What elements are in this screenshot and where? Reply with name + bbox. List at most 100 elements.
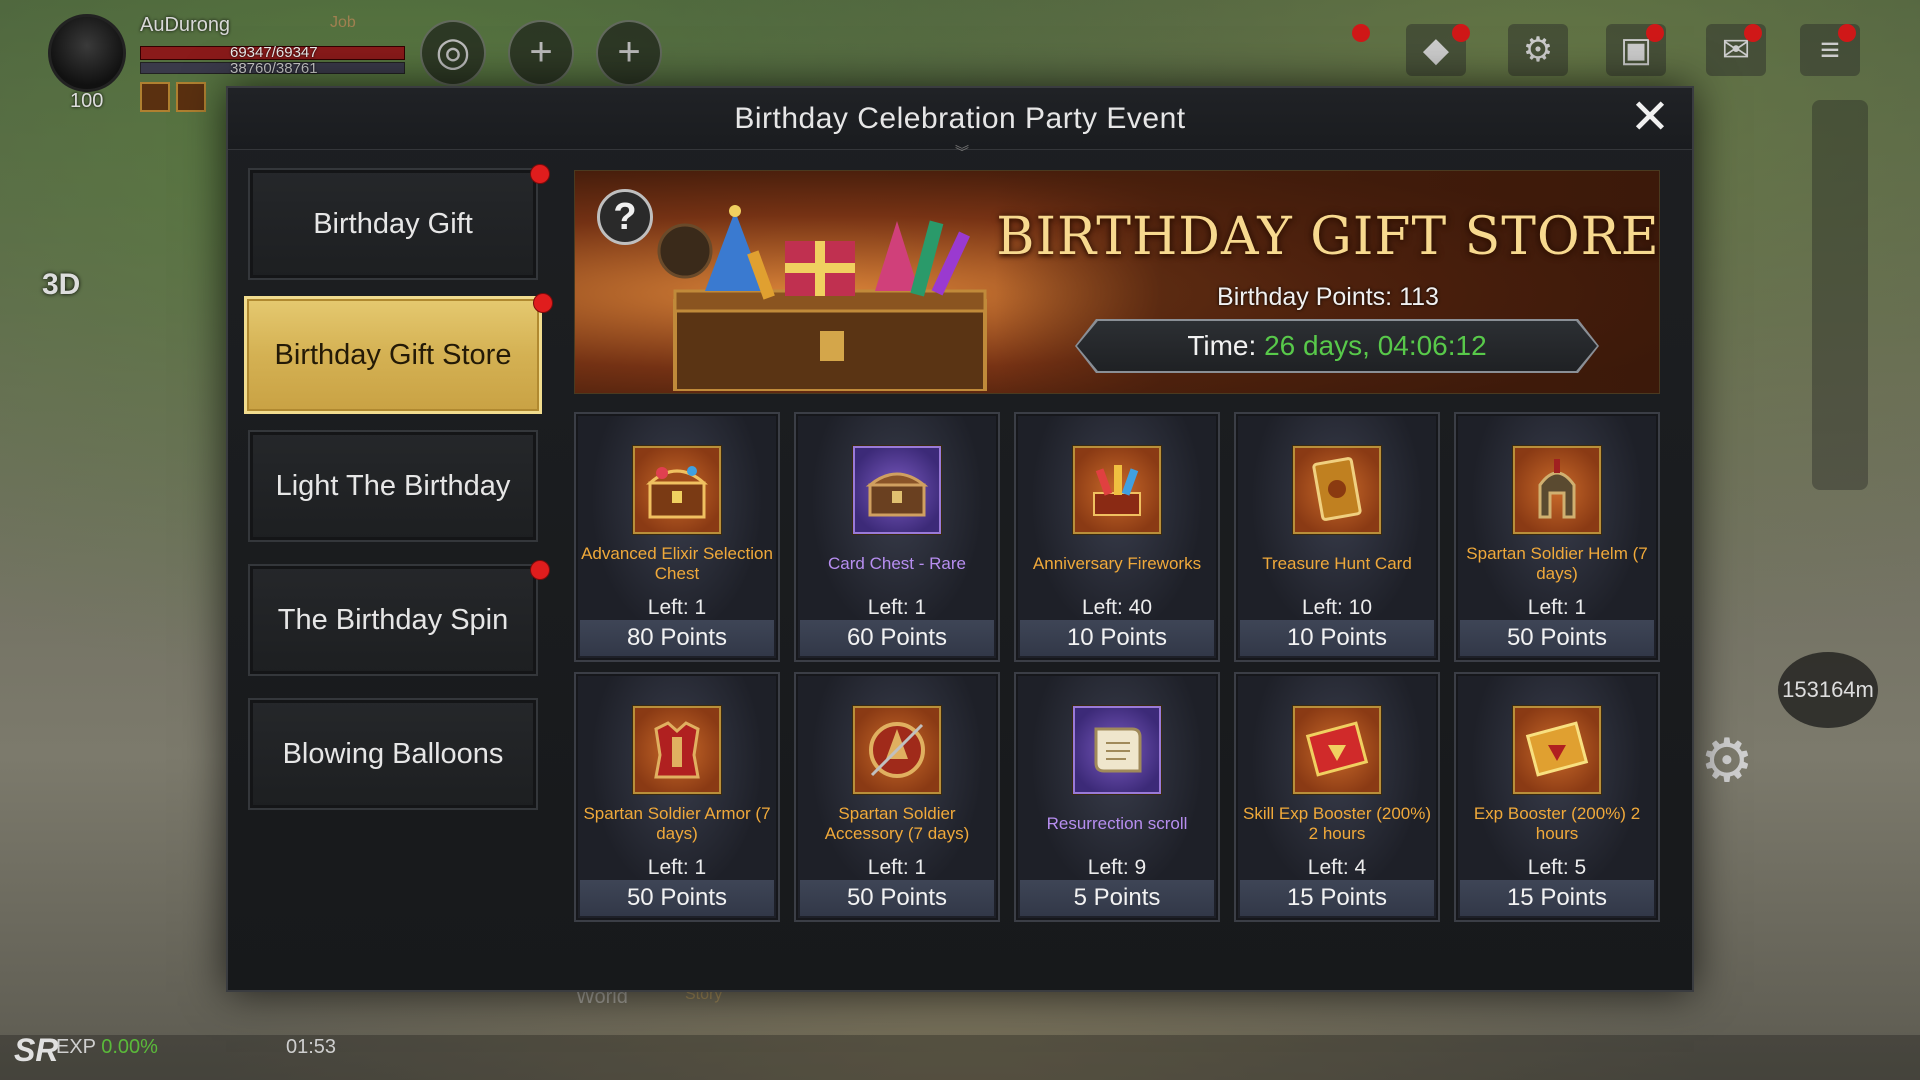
store-item-card[interactable]: Spartan Soldier Armor (7 days) Left: 1 5… <box>574 672 780 922</box>
notification-dot <box>1646 24 1664 42</box>
sidebar-item-label: Blowing Balloons <box>282 737 504 770</box>
gift-chest-illustration <box>657 205 987 391</box>
player-avatar[interactable] <box>48 14 126 92</box>
skill-booster-icon <box>1293 706 1381 794</box>
player-level: 100 <box>70 90 104 112</box>
item-price-button[interactable]: 5 Points <box>1020 880 1214 916</box>
item-price-button[interactable]: 50 Points <box>1460 620 1654 656</box>
armor-icon <box>633 706 721 794</box>
view-mode-toggle[interactable]: 3D <box>42 268 80 302</box>
item-name: Resurrection scroll <box>1046 814 1188 833</box>
helm-icon <box>1513 446 1601 534</box>
item-stock: Left: 1 <box>647 856 707 879</box>
treasure-card-icon <box>1293 446 1381 534</box>
event-timer: Time: 26 days, 04:06:12 <box>1077 321 1597 371</box>
distance-indicator: 153164m <box>1778 652 1878 728</box>
sidebar-item-label: Birthday Gift Store <box>274 338 512 371</box>
store-item-grid: Advanced Elixir Selection Chest Left: 1 … <box>574 412 1664 922</box>
item-stock: Left: 1 <box>867 856 927 879</box>
exp-label: EXP <box>56 1036 96 1058</box>
item-stock: Left: 40 <box>1081 596 1153 619</box>
item-price-button[interactable]: 10 Points <box>1240 620 1434 656</box>
store-item-card[interactable]: Anniversary Fireworks Left: 40 10 Points <box>1014 412 1220 662</box>
item-stock: Left: 4 <box>1307 856 1367 879</box>
store-item-card[interactable]: Spartan Soldier Helm (7 days) Left: 1 50… <box>1454 412 1660 662</box>
ornament-icon: ︾ <box>955 144 969 160</box>
store-item-card[interactable]: Skill Exp Booster (200%) 2 hours Left: 4… <box>1234 672 1440 922</box>
close-button[interactable]: ✕ <box>1628 94 1672 142</box>
item-price-button[interactable]: 80 Points <box>580 620 774 656</box>
store-item-card[interactable]: Spartan Soldier Accessory (7 days) Left:… <box>794 672 1000 922</box>
hp-value: 69347/69347 <box>230 44 318 61</box>
banner-title: BIRTHDAY GIFT STORE <box>996 207 1660 267</box>
sidebar-item-birthday-gift[interactable]: Birthday Gift <box>248 164 550 280</box>
modal-title: Birthday Celebration Party Event <box>734 102 1186 135</box>
buff-slot[interactable] <box>140 82 170 112</box>
store-banner: ? BIRTHDAY GIFT STORE Birthday Points: 1… <box>574 170 1660 394</box>
sidebar-item-label: Birthday Gift <box>313 207 473 240</box>
item-name: Exp Booster (200%) 2 hours <box>1473 804 1641 843</box>
item-price-button[interactable]: 15 Points <box>1240 880 1434 916</box>
item-stock: Left: 5 <box>1527 856 1587 879</box>
scroll-icon <box>1073 706 1161 794</box>
item-price-button[interactable]: 15 Points <box>1460 880 1654 916</box>
item-price-button[interactable]: 10 Points <box>1020 620 1214 656</box>
notification-dot <box>1452 24 1470 42</box>
item-name: Spartan Soldier Helm (7 days) <box>1466 544 1648 583</box>
item-name: Advanced Elixir Selection Chest <box>581 544 773 583</box>
item-stock: Left: 10 <box>1301 596 1373 619</box>
sidebar-item-blowing-balloons[interactable]: Blowing Balloons <box>248 698 538 810</box>
item-name: Treasure Hunt Card <box>1262 554 1412 573</box>
settings-gear-icon[interactable]: ⚙ <box>1700 726 1754 796</box>
item-name: Anniversary Fireworks <box>1032 554 1202 573</box>
add-icon[interactable]: + <box>596 20 662 86</box>
item-stock: Left: 1 <box>1527 596 1587 619</box>
mp-value: 38760/38761 <box>230 60 318 77</box>
shield-accessory-icon <box>853 706 941 794</box>
treasure-chest-icon <box>633 446 721 534</box>
player-name: AuDurong <box>140 14 231 36</box>
sidebar-item-label: Light The Birthday <box>275 469 511 502</box>
store-item-card[interactable]: Advanced Elixir Selection Chest Left: 1 … <box>574 412 780 662</box>
event-sidebar: Birthday Gift Birthday Gift Store Light … <box>242 164 553 832</box>
sidebar-item-birthday-gift-store[interactable]: Birthday Gift Store <box>244 293 553 414</box>
player-job: Job <box>330 14 356 31</box>
buff-slot[interactable] <box>176 82 206 112</box>
notification-dot <box>1838 24 1856 42</box>
item-stock: Left: 1 <box>647 596 707 619</box>
store-item-card[interactable]: Exp Booster (200%) 2 hours Left: 5 15 Po… <box>1454 672 1660 922</box>
sidebar-item-label: The Birthday Spin <box>277 603 509 636</box>
notification-dot <box>530 164 550 184</box>
event-modal: Birthday Celebration Party Event ︾ ✕ Bir… <box>226 86 1694 992</box>
exp-booster-icon <box>1513 706 1601 794</box>
guild-icon[interactable]: ⚙ <box>1508 24 1568 76</box>
item-name: Spartan Soldier Armor (7 days) <box>583 804 771 843</box>
item-name: Spartan Soldier Accessory (7 days) <box>824 804 970 843</box>
item-price-button[interactable]: 60 Points <box>800 620 994 656</box>
notification-dot <box>1352 24 1370 42</box>
timer-value: 26 days, 04:06:12 <box>1264 330 1487 361</box>
game-logo: SR <box>14 1032 59 1068</box>
exp-value: 0.00% <box>101 1036 158 1058</box>
notification-dot <box>1744 24 1762 42</box>
item-name: Card Chest - Rare <box>828 554 966 573</box>
globe-icon[interactable]: ◎ <box>420 20 486 86</box>
sidebar-item-birthday-spin[interactable]: The Birthday Spin <box>248 560 550 676</box>
item-price-button[interactable]: 50 Points <box>580 880 774 916</box>
timer-label: Time: <box>1187 330 1257 361</box>
store-item-card[interactable]: Resurrection scroll Left: 9 5 Points <box>1014 672 1220 922</box>
item-price-button[interactable]: 50 Points <box>800 880 994 916</box>
notification-dot <box>533 293 553 313</box>
item-stock: Left: 9 <box>1087 856 1147 879</box>
birthday-points: Birthday Points: 113 <box>1217 283 1439 311</box>
modal-header: Birthday Celebration Party Event ︾ ✕ <box>228 88 1692 160</box>
store-item-card[interactable]: Card Chest - Rare Left: 1 60 Points <box>794 412 1000 662</box>
notification-dot <box>530 560 550 580</box>
add-icon[interactable]: + <box>508 20 574 86</box>
item-name: Skill Exp Booster (200%) 2 hours <box>1242 804 1432 843</box>
fireworks-icon <box>1073 446 1161 534</box>
help-button[interactable]: ? <box>597 189 653 245</box>
sidebar-item-light-the-birthday[interactable]: Light The Birthday <box>248 430 538 542</box>
store-item-card[interactable]: Treasure Hunt Card Left: 10 10 Points <box>1234 412 1440 662</box>
clock: 01:53 <box>286 1036 337 1058</box>
